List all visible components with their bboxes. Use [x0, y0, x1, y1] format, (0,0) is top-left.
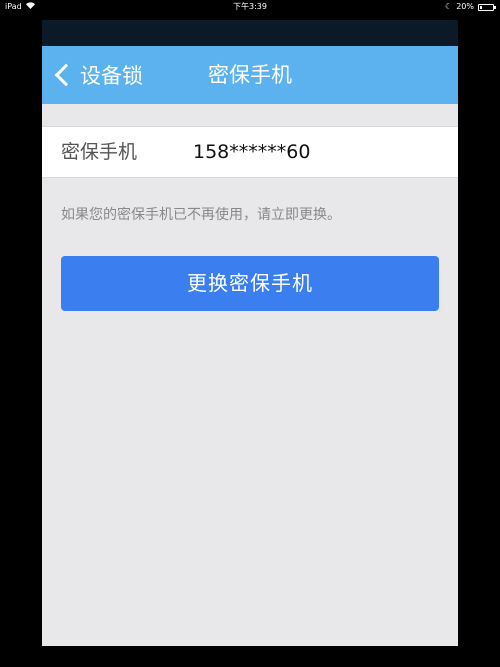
change-phone-button[interactable]: 更换密保手机 [61, 256, 439, 311]
phone-value: 158******60 [193, 141, 311, 163]
navigation-bar: 设备锁 密保手机 [42, 46, 458, 104]
app-top-strip [42, 20, 458, 46]
battery-icon [478, 3, 496, 11]
hint-text: 如果您的密保手机已不再使用，请立即更换。 [61, 207, 341, 223]
app-screen: 设备锁 密保手机 密保手机 158******60 如果您的密保手机已不再使用，… [42, 20, 458, 646]
battery-percent: 20% [456, 2, 474, 11]
status-bar: iPad 下午3:39 ☾ 20% [0, 0, 500, 14]
status-time: 下午3:39 [233, 2, 267, 11]
phone-label: 密保手机 [61, 141, 138, 163]
status-right: ☾ 20% [445, 0, 496, 14]
phone-row: 密保手机 158******60 [42, 126, 458, 178]
page-title: 密保手机 [208, 63, 292, 87]
battery-fill [480, 5, 483, 9]
moon-icon: ☾ [445, 2, 453, 11]
